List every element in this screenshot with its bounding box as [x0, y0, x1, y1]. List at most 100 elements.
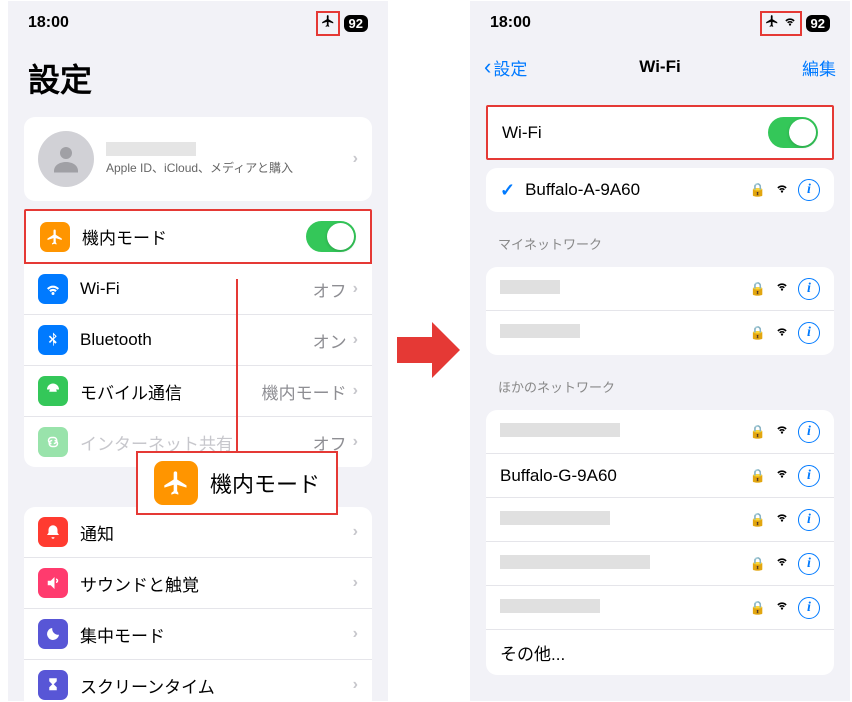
other-label: その他...	[500, 640, 820, 665]
wifi-signal-icon	[774, 598, 790, 617]
arrow-icon	[392, 315, 462, 390]
back-button[interactable]: ‹設定	[484, 54, 527, 80]
callout-line	[236, 279, 238, 455]
sound-row[interactable]: サウンドと触覚 ›	[24, 558, 372, 609]
wifi-signal-icon	[774, 466, 790, 485]
status-time: 18:00	[490, 14, 531, 32]
phone-wifi: 18:00 92 ‹設定 Wi-Fi 編集 Wi-Fi ✓ Buffalo-A-…	[470, 1, 850, 701]
info-icon[interactable]: i	[798, 179, 820, 201]
network-name-redacted	[500, 555, 650, 569]
notify-label: 通知	[80, 520, 353, 545]
wifi-toggle-highlight: Wi-Fi	[486, 105, 834, 160]
info-icon[interactable]: i	[798, 465, 820, 487]
hourglass-icon	[38, 670, 68, 700]
lock-icon: 🔒	[750, 424, 766, 440]
airplane-callout: 機内モード	[136, 451, 338, 515]
connected-network-row[interactable]: ✓ Buffalo-A-9A60 🔒 i	[486, 168, 834, 212]
chevron-icon: ›	[353, 676, 358, 694]
check-icon: ✓	[500, 180, 515, 201]
wifi-toggle-label: Wi-Fi	[502, 123, 768, 143]
wifi-signal-icon	[774, 324, 790, 343]
network-name-redacted	[500, 511, 610, 525]
wifi-signal-icon	[774, 181, 790, 200]
moon-icon	[38, 619, 68, 649]
wifi-signal-icon	[774, 510, 790, 529]
network-row[interactable]: 🔒 i	[486, 267, 834, 311]
status-highlight-airplane-wifi	[760, 11, 802, 36]
phone-settings: 18:00 92 設定 Apple ID、iCloud、メディアと購入 › 機内…	[8, 1, 388, 701]
airplane-icon	[154, 461, 198, 505]
airplane-switch[interactable]	[306, 221, 356, 252]
bell-icon	[38, 517, 68, 547]
lock-icon: 🔒	[750, 600, 766, 616]
other-network-row[interactable]: その他...	[486, 630, 834, 675]
network-row[interactable]: 🔒 i	[486, 586, 834, 630]
chevron-icon: ›	[353, 382, 358, 400]
nav-title: Wi-Fi	[639, 57, 680, 77]
screentime-row[interactable]: スクリーンタイム ›	[24, 660, 372, 701]
battery-icon: 92	[806, 15, 830, 32]
network-name-redacted	[500, 324, 580, 338]
cellular-value: 機内モード	[262, 379, 347, 404]
profile-name-redacted	[106, 142, 196, 156]
airplane-icon	[40, 222, 70, 252]
network-row[interactable]: 🔒 i	[486, 410, 834, 454]
info-icon[interactable]: i	[798, 509, 820, 531]
chevron-icon: ›	[353, 625, 358, 643]
chevron-icon: ›	[353, 523, 358, 541]
cellular-row[interactable]: モバイル通信 機内モード ›	[24, 366, 372, 417]
callout-text: 機内モード	[210, 467, 320, 499]
edit-button[interactable]: 編集	[802, 55, 836, 80]
speaker-icon	[38, 568, 68, 598]
wifi-signal-icon	[774, 422, 790, 441]
network-row[interactable]: 🔒 i	[486, 311, 834, 355]
airplane-label: 機内モード	[82, 224, 306, 249]
bluetooth-label: Bluetooth	[80, 330, 313, 350]
wifi-icon	[38, 274, 68, 304]
lock-icon: 🔒	[750, 512, 766, 528]
cellular-label: モバイル通信	[80, 379, 262, 404]
airplane-icon	[320, 14, 336, 33]
network-row[interactable]: 🔒 i	[486, 542, 834, 586]
info-icon[interactable]: i	[798, 278, 820, 300]
hotspot-icon	[38, 427, 68, 457]
bluetooth-row[interactable]: Bluetooth オン ›	[24, 315, 372, 366]
screentime-label: スクリーンタイム	[80, 673, 353, 698]
info-icon[interactable]: i	[798, 553, 820, 575]
page-title: 設定	[8, 45, 388, 109]
other-networks-section: 🔒 i Buffalo-G-9A60 🔒 i 🔒 i 🔒 i 🔒 i	[486, 410, 834, 675]
wifi-toggle-row[interactable]: Wi-Fi	[488, 107, 832, 158]
profile-row[interactable]: Apple ID、iCloud、メディアと購入 ›	[24, 117, 372, 201]
status-bar-left: 18:00 92	[8, 1, 388, 45]
notifications-section: 通知 › サウンドと触覚 › 集中モード › スクリーンタイム ›	[24, 507, 372, 701]
sound-label: サウンドと触覚	[80, 571, 353, 596]
bluetooth-icon	[38, 325, 68, 355]
connected-network-name: Buffalo-A-9A60	[525, 180, 750, 200]
my-networks-title: マイネットワーク	[470, 220, 850, 259]
wifi-value: オフ	[313, 277, 347, 302]
wifi-row[interactable]: Wi-Fi オフ ›	[24, 264, 372, 315]
lock-icon: 🔒	[750, 281, 766, 297]
chevron-back-icon: ‹	[484, 54, 491, 80]
focus-row[interactable]: 集中モード ›	[24, 609, 372, 660]
my-networks-section: 🔒 i 🔒 i	[486, 267, 834, 355]
bluetooth-value: オン	[313, 328, 347, 353]
chevron-icon: ›	[353, 574, 358, 592]
info-icon[interactable]: i	[798, 322, 820, 344]
focus-label: 集中モード	[80, 622, 353, 647]
wifi-switch[interactable]	[768, 117, 818, 148]
airplane-mode-row[interactable]: 機内モード	[26, 211, 370, 262]
network-name-redacted	[500, 423, 620, 437]
other-networks-title: ほかのネットワーク	[470, 363, 850, 402]
nav-header: ‹設定 Wi-Fi 編集	[470, 45, 850, 89]
network-row[interactable]: Buffalo-G-9A60 🔒 i	[486, 454, 834, 498]
network-name-redacted	[500, 599, 600, 613]
wifi-signal-icon	[774, 279, 790, 298]
connectivity-section: Wi-Fi オフ › Bluetooth オン › モバイル通信 機内モード ›…	[24, 264, 372, 467]
info-icon[interactable]: i	[798, 421, 820, 443]
network-row[interactable]: 🔒 i	[486, 498, 834, 542]
status-highlight-airplane	[316, 11, 340, 36]
lock-icon: 🔒	[750, 182, 766, 198]
info-icon[interactable]: i	[798, 597, 820, 619]
connected-section: ✓ Buffalo-A-9A60 🔒 i	[486, 168, 834, 212]
